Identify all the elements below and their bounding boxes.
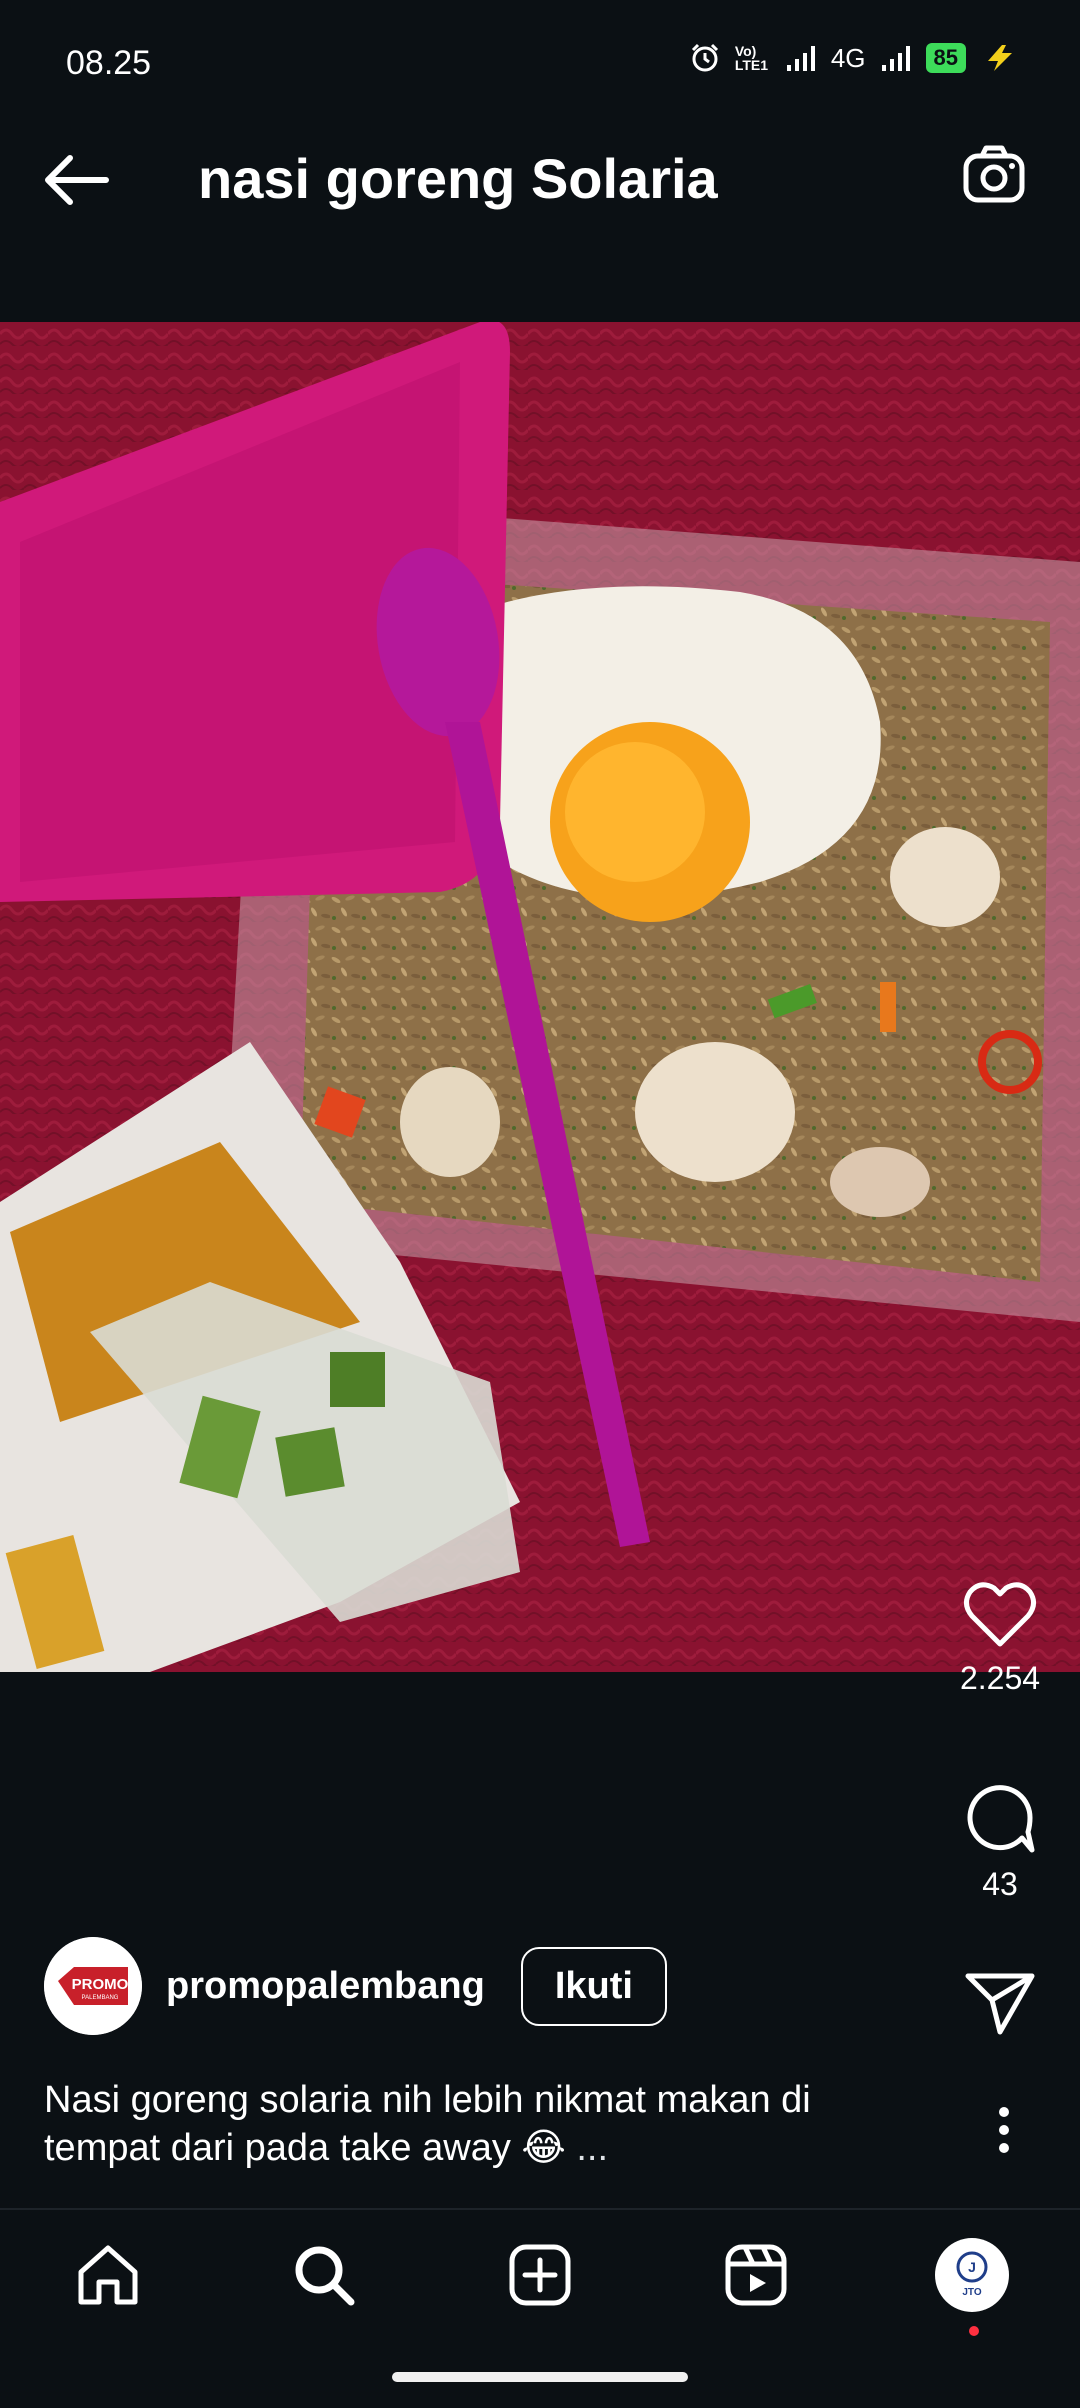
nav-reels[interactable] bbox=[711, 2230, 801, 2320]
nav-home[interactable] bbox=[63, 2230, 153, 2320]
nav-create[interactable] bbox=[495, 2230, 585, 2320]
username[interactable]: promopalembang bbox=[166, 1965, 485, 2008]
profile-avatar: J JTO bbox=[935, 2238, 1009, 2312]
arrow-left-icon bbox=[45, 155, 109, 205]
top-bar: nasi goreng Solaria bbox=[0, 110, 1080, 240]
author-row: PROMO PALEMBANG promopalembang Ikuti bbox=[44, 1936, 667, 2036]
nav-profile[interactable]: J JTO bbox=[927, 2230, 1017, 2336]
post-caption[interactable]: Nasi goreng solaria nih lebih nikmat mak… bbox=[44, 2076, 904, 2172]
battery-level: 85 bbox=[925, 43, 966, 73]
status-time: 08.25 bbox=[66, 44, 152, 82]
svg-text:JTO: JTO bbox=[962, 2287, 981, 2298]
camera-icon bbox=[963, 145, 1025, 203]
camera-button[interactable] bbox=[960, 140, 1030, 210]
food-photo bbox=[0, 322, 1080, 1672]
comment-icon[interactable] bbox=[962, 1780, 1038, 1856]
status-bar: 08.25 Vo) LTE1 4G 85 bbox=[0, 0, 1080, 100]
reels-icon bbox=[725, 2244, 787, 2306]
comment-count[interactable]: 43 bbox=[982, 1866, 1018, 1903]
signal-icon bbox=[786, 46, 815, 71]
share-group bbox=[920, 1970, 1080, 2036]
promo-palembang-logo: PROMO PALEMBANG bbox=[44, 1937, 142, 2035]
alarm-icon bbox=[691, 43, 718, 72]
signal-icon-2 bbox=[881, 46, 910, 71]
network-type: 4G bbox=[830, 42, 866, 73]
search-icon bbox=[295, 2246, 355, 2306]
page-title: nasi goreng Solaria bbox=[198, 147, 718, 210]
post-image[interactable] bbox=[0, 322, 1080, 1672]
avatar[interactable]: PROMO PALEMBANG bbox=[44, 1937, 142, 2035]
like-group: 2.254 bbox=[920, 1580, 1080, 1697]
charging-icon bbox=[988, 45, 1012, 71]
like-count[interactable]: 2.254 bbox=[960, 1660, 1040, 1697]
caption-text: Nasi goreng solaria nih lebih nikmat mak… bbox=[44, 2079, 811, 2169]
notification-dot bbox=[969, 2326, 979, 2336]
svg-text:J: J bbox=[968, 2259, 976, 2275]
add-post-icon bbox=[509, 2244, 571, 2306]
bottom-nav: J JTO bbox=[0, 2210, 1080, 2350]
caption-more[interactable]: ... bbox=[576, 2127, 608, 2169]
paper-plane-icon[interactable] bbox=[964, 1970, 1036, 2036]
svg-text:PROMO: PROMO bbox=[72, 1976, 129, 1993]
more-vertical-icon bbox=[999, 2107, 1009, 2153]
status-icons: Vo) LTE1 4G 85 bbox=[689, 42, 1020, 74]
home-icon bbox=[78, 2245, 138, 2305]
back-button[interactable] bbox=[40, 150, 112, 210]
nav-search[interactable] bbox=[279, 2230, 369, 2320]
home-indicator[interactable] bbox=[392, 2372, 688, 2382]
follow-button[interactable]: Ikuti bbox=[520, 1946, 667, 2026]
comment-group: 43 bbox=[920, 1780, 1080, 1903]
more-options-button[interactable] bbox=[976, 2100, 1032, 2160]
svg-text:PALEMBANG: PALEMBANG bbox=[82, 1995, 119, 2001]
heart-icon[interactable] bbox=[962, 1580, 1038, 1650]
volte-label: Vo) LTE1 bbox=[734, 43, 769, 73]
